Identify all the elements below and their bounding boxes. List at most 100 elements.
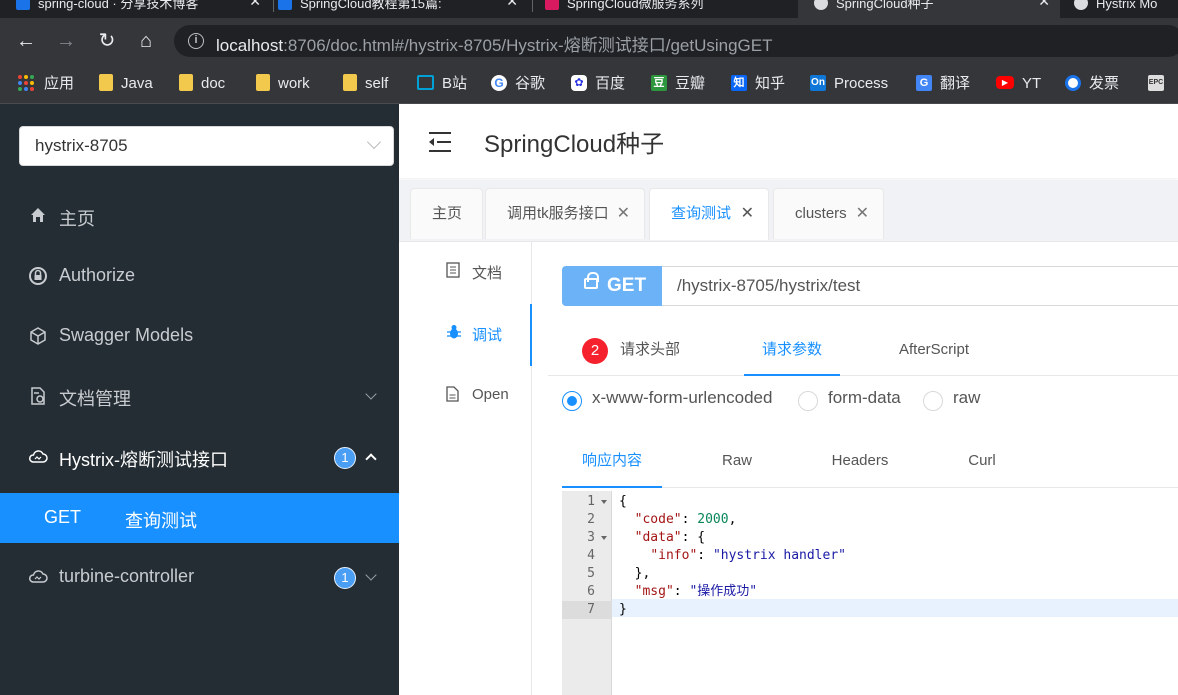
- site-info-icon[interactable]: i: [188, 33, 204, 49]
- bookmark-doc[interactable]: doc: [179, 73, 225, 95]
- tab-request-params[interactable]: 请求参数: [744, 326, 840, 376]
- browser-tab[interactable]: SpringCloud教程第15篇: ✕: [278, 0, 528, 18]
- doc-nav-label: Open: [472, 386, 509, 403]
- forward-arrow-icon[interactable]: →: [54, 29, 78, 53]
- service-select[interactable]: hystrix-8705: [19, 126, 394, 166]
- request-method: GET: [607, 275, 647, 296]
- tab-call-tk[interactable]: 调用tk服务接口 ✕: [485, 188, 645, 239]
- sidebar-subitem-query-test[interactable]: GET 查询测试: [0, 493, 399, 543]
- code-line: "code": 2000,: [634, 512, 737, 527]
- request-path[interactable]: /hystrix-8705/hystrix/test: [677, 276, 860, 296]
- sidebar-item-swagger-models[interactable]: Swagger Models: [0, 312, 399, 362]
- tab-close-icon[interactable]: ✕: [506, 0, 518, 8]
- sidebar-item-label: turbine-controller: [59, 566, 195, 586]
- browser-tab-strip: spring-cloud · 分享技术博客 ✕ SpringCloud教程第15…: [0, 0, 1178, 18]
- cube-icon: [28, 327, 48, 347]
- close-icon[interactable]: ✕: [741, 189, 754, 238]
- browser-tab[interactable]: Hystrix Mo: [1074, 0, 1178, 18]
- line-number: 7: [562, 601, 612, 619]
- bookmark-youtube[interactable]: ▶ YT: [996, 73, 1041, 95]
- back-arrow-icon[interactable]: ←: [14, 29, 38, 53]
- browser-tab[interactable]: spring-cloud · 分享技术博客 ✕: [16, 0, 271, 18]
- bookmark-bilibili[interactable]: B站: [417, 73, 467, 95]
- sidebar: hystrix-8705 主页 Authorize Swagger Models…: [0, 104, 399, 695]
- radio-label: x-www-form-urlencoded: [592, 388, 773, 407]
- radio-circle[interactable]: [798, 391, 818, 411]
- sidebar-item-home[interactable]: 主页: [0, 192, 399, 242]
- sidebar-item-hystrix[interactable]: Hystrix-熔断测试接口 1: [0, 433, 399, 483]
- lock-icon: [28, 267, 48, 287]
- bookmark-apps[interactable]: 应用: [18, 73, 74, 95]
- radio-circle[interactable]: [562, 391, 582, 411]
- sidebar-item-authorize[interactable]: Authorize: [0, 252, 399, 302]
- bookmark-label: doc: [201, 75, 226, 92]
- file-icon: [446, 386, 459, 406]
- url-text[interactable]: localhost:8706/doc.html#/hystrix-8705/Hy…: [216, 31, 772, 56]
- tab-label: Curl: [968, 452, 996, 469]
- radio-label: form-data: [828, 388, 901, 407]
- line-number: 3: [562, 529, 612, 547]
- tab-label: 调用tk服务接口: [507, 205, 609, 222]
- bookmark-label: 豆瓣: [675, 75, 706, 92]
- tab-label: 请求头部: [620, 341, 681, 358]
- bookmark-translate[interactable]: G 翻译: [916, 73, 970, 95]
- site-favicon-icon: [16, 0, 30, 10]
- tab-query-test[interactable]: 查询测试 ✕: [649, 188, 769, 240]
- browser-toolbar: ← → ↻ ⌂ i localhost:8706/doc.html#/hystr…: [0, 18, 1178, 64]
- bookmark-work[interactable]: work: [256, 73, 310, 95]
- doc-nav-doc[interactable]: 文档: [399, 242, 532, 304]
- bookmark-self[interactable]: self: [343, 73, 388, 95]
- send-request-button[interactable]: GET: [562, 266, 662, 306]
- doc-nav-debug[interactable]: 调试: [399, 304, 532, 366]
- address-bar[interactable]: i localhost:8706/doc.html#/hystrix-8705/…: [174, 25, 1178, 57]
- tab-label: 请求参数: [761, 341, 822, 358]
- tab-label: 主页: [432, 205, 463, 222]
- bookmark-processon[interactable]: On Process: [810, 73, 888, 95]
- bookmark-google[interactable]: G 谷歌: [491, 73, 545, 95]
- bookmark-invoice[interactable]: 发票: [1065, 73, 1119, 95]
- sidebar-item-label: Hystrix-熔断测试接口: [59, 450, 228, 470]
- tab-label: 查询测试: [671, 205, 732, 222]
- sidebar-item-turbine[interactable]: turbine-controller 1: [0, 553, 399, 603]
- sidebar-subitem-label: 查询测试: [125, 511, 197, 531]
- tab-close-icon[interactable]: ✕: [249, 0, 261, 8]
- line-number: 4: [587, 548, 595, 563]
- response-editor[interactable]: 1234567 { "code": 2000, "data": { "info"…: [562, 491, 1178, 695]
- radio-circle[interactable]: [923, 391, 943, 411]
- tab-close-icon[interactable]: ✕: [1038, 0, 1050, 8]
- tab-response-curl[interactable]: Curl: [932, 438, 1032, 488]
- bookmark-label: 翻译: [940, 75, 971, 92]
- bookmark-label: 百度: [595, 75, 626, 92]
- tab-response-headers[interactable]: Headers: [810, 438, 910, 488]
- bookmark-java[interactable]: Java: [99, 73, 153, 95]
- tab-home[interactable]: 主页: [410, 188, 483, 239]
- close-icon[interactable]: ✕: [856, 189, 869, 238]
- reload-icon[interactable]: ↻: [95, 29, 119, 53]
- tab-response-content[interactable]: 响应内容: [562, 438, 662, 488]
- bookmark-douban[interactable]: 豆豆瓣: [651, 73, 705, 95]
- home-icon[interactable]: ⌂: [134, 29, 158, 53]
- bookmark-label: B站: [442, 75, 468, 92]
- close-icon[interactable]: ✕: [617, 189, 630, 238]
- tab-afterscript[interactable]: AfterScript: [899, 326, 969, 376]
- app-header: SpringCloud种子: [399, 104, 1178, 178]
- line-number: 1: [562, 493, 612, 511]
- bookmark-label: self: [365, 75, 389, 92]
- tab-response-raw[interactable]: Raw: [687, 438, 787, 488]
- browser-tab-active[interactable]: SpringCloud种子 ✕: [798, 0, 1060, 18]
- tab-label: 响应内容: [581, 452, 642, 469]
- youtube-icon: ▶: [996, 76, 1014, 90]
- tab-clusters[interactable]: clusters ✕: [773, 188, 884, 239]
- tab-label: AfterScript: [899, 341, 970, 358]
- browser-tab[interactable]: SpringCloud微服务系列: [545, 0, 795, 18]
- doc-nav-open[interactable]: Open: [399, 366, 532, 428]
- google-icon: G: [491, 74, 507, 91]
- menu-collapse-icon[interactable]: [429, 132, 453, 152]
- tab-request-headers[interactable]: 2 请求头部: [582, 326, 712, 376]
- bookmark-baidu[interactable]: ✿ 百度: [571, 73, 625, 95]
- bookmark-overflow[interactable]: EPC: [1148, 73, 1172, 95]
- browser-tab-label: SpringCloud微服务系列: [567, 0, 704, 11]
- sidebar-item-doc-manage[interactable]: 文档管理: [0, 372, 399, 422]
- code-line: "info": "hystrix handler": [650, 548, 846, 563]
- bookmark-zhihu[interactable]: 知知乎: [731, 73, 785, 95]
